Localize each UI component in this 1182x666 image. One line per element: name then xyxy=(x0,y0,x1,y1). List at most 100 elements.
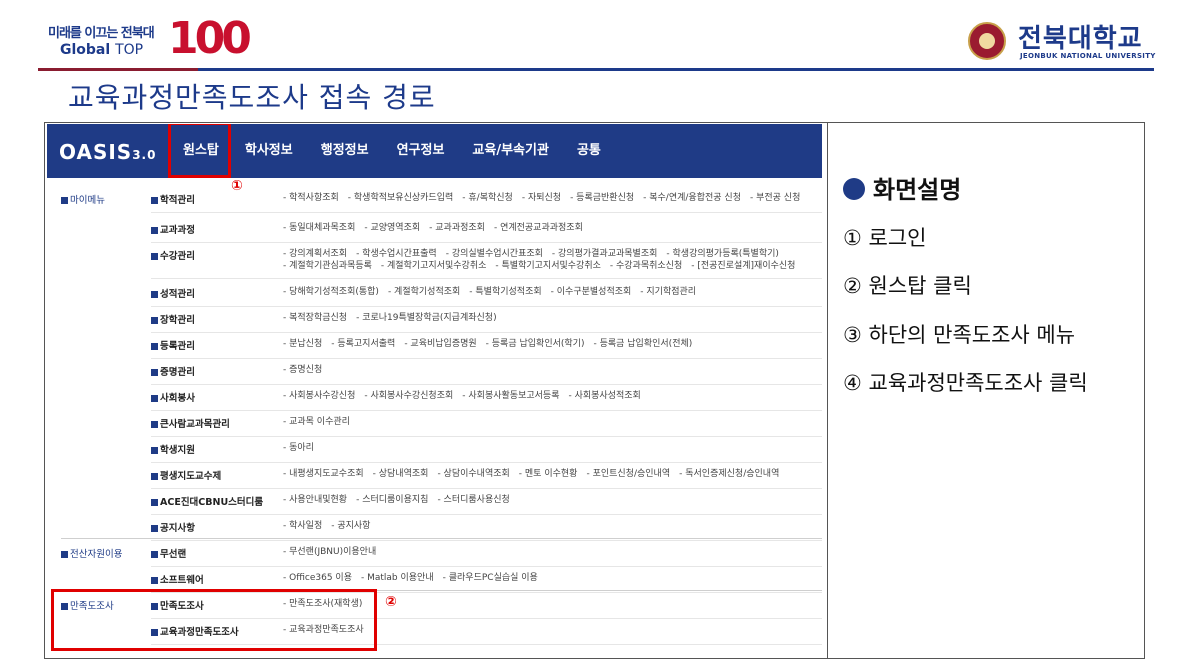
step-4: ④ 교육과정만족도조사 클릭 xyxy=(843,371,1088,395)
menu-subcategory[interactable]: 공지사항 xyxy=(151,520,195,534)
portal-screenshot: OASIS3.0 원스탑 학사정보 행정정보 연구정보 교육/부속기관 공통 ① 마이메뉴… xyxy=(47,124,822,656)
row-divider xyxy=(151,514,822,515)
menu-link[interactable]: 복적장학금신청 xyxy=(283,313,347,323)
menu-link[interactable]: 계절학기관심과목등록 xyxy=(283,261,372,271)
logo-number: 100 xyxy=(168,13,252,64)
menu-link[interactable]: 부전공 신청 xyxy=(750,193,800,203)
menu-subcategory[interactable]: 수강관리 xyxy=(151,248,195,262)
menu-item-list: 학사일정 공지사항 xyxy=(283,520,379,533)
oasis-logo[interactable]: OASIS3.0 xyxy=(59,140,156,164)
menu-link[interactable]: 독서인증제신청/승인내역 xyxy=(679,469,779,479)
menu-link[interactable]: 무선랜(JBNU)이용안내 xyxy=(283,547,376,557)
menu-link[interactable]: 계절학기성적조회 xyxy=(388,287,460,297)
menu-subcategory[interactable]: 증명관리 xyxy=(151,364,195,378)
menu-link[interactable]: 스터디룸사용신청 xyxy=(437,495,509,505)
menu-link[interactable]: 상담내역조회 xyxy=(373,469,429,479)
onestop-highlight xyxy=(168,124,231,178)
menu-link[interactable]: 교과목 이수관리 xyxy=(283,417,350,427)
menu-subcategory[interactable]: 소프트웨어 xyxy=(151,572,204,586)
menu-link[interactable]: 동아리 xyxy=(283,443,314,453)
menu-link[interactable]: 복수/연계/융합전공 신청 xyxy=(643,193,741,203)
header-divider xyxy=(38,68,1154,71)
menu-link[interactable]: 지기학점관리 xyxy=(640,287,696,297)
menu-item-list: 동일대체과목조회 교양영역조회 교과과정조회 연계전공교과과정조회 xyxy=(283,222,592,235)
menu-link[interactable]: 스터디룸이용지침 xyxy=(356,495,428,505)
menu-subcategory[interactable]: 학생지원 xyxy=(151,442,195,456)
menu-link[interactable]: 교양영역조회 xyxy=(364,223,420,233)
menu-link[interactable]: 특별학기고지서및수강취소 xyxy=(495,261,600,271)
frame-divider xyxy=(827,123,828,658)
menu-link[interactable]: 상담이수내역조회 xyxy=(437,469,509,479)
nav-item[interactable]: 교육/부속기관 xyxy=(458,124,563,178)
menu-subcategory[interactable]: 사회봉사 xyxy=(151,390,195,404)
menu-link[interactable]: 사회봉사활동보고서등록 xyxy=(462,391,559,401)
menu-link[interactable]: 이수구분별성적조회 xyxy=(551,287,632,297)
nav-item[interactable]: 연구정보 xyxy=(383,124,459,178)
menu-link[interactable]: 멘토 이수현황 xyxy=(519,469,578,479)
row-divider xyxy=(151,358,822,359)
step-3: ③ 하단의 만족도조사 메뉴 xyxy=(843,323,1076,347)
menu-category[interactable]: 마이메뉴 xyxy=(61,192,105,206)
menu-item-list: 계절학기관심과목등록 계절학기고지서및수강취소 특별학기고지서및수강취소 수강과목취소… xyxy=(283,260,804,273)
menu-subcategory[interactable]: 학적관리 xyxy=(151,192,195,206)
menu-link[interactable]: 강의평가결과교과목별조회 xyxy=(552,249,657,259)
menu-category[interactable]: 전산자원이용 xyxy=(61,546,122,560)
menu-link[interactable]: 계절학기고지서및수강취소 xyxy=(381,261,486,271)
callout-2: ② xyxy=(385,594,397,610)
menu-link[interactable]: 내평생지도교수조회 xyxy=(283,469,364,479)
menu-subcategory[interactable]: 평생지도교수제 xyxy=(151,468,221,482)
menu-link[interactable]: 등록고지서출력 xyxy=(331,339,395,349)
menu-subcategory[interactable]: 무선랜 xyxy=(151,546,186,560)
row-divider xyxy=(151,212,822,213)
menu-link[interactable]: 강의계획서조회 xyxy=(283,249,347,259)
menu-link[interactable]: 등록금반환신청 xyxy=(570,193,634,203)
menu-link[interactable]: 교육비납입증명원 xyxy=(404,339,476,349)
menu-item-list: 분납신청 등록고지서출력 교육비납입증명원 등록금 납입확인서(학기) 등록금 납입확인… xyxy=(283,338,701,351)
menu-subcategory[interactable]: 성적관리 xyxy=(151,286,195,300)
menu-link[interactable]: 휴/복학신청 xyxy=(462,193,513,203)
university-name-en: JEONBUK NATIONAL UNIVERSITY xyxy=(1020,52,1156,60)
logo-global: Global TOP xyxy=(60,42,144,58)
menu-link[interactable]: [전공진로설계]재이수신청 xyxy=(691,261,795,271)
menu-link[interactable]: 사회봉사수강신청조회 xyxy=(364,391,453,401)
menu-link[interactable]: 동일대체과목조회 xyxy=(283,223,355,233)
menu-link[interactable]: Matlab 이용안내 xyxy=(361,573,434,583)
menu-link[interactable]: 학적사항조회 xyxy=(283,193,339,203)
menu-link[interactable]: 강의실별수업시간표조회 xyxy=(446,249,543,259)
menu-subcategory[interactable]: 장학관리 xyxy=(151,312,195,326)
menu-link[interactable]: 연계전공교과과정조회 xyxy=(494,223,583,233)
menu-link[interactable]: 학생강의평가등록(특별학기) xyxy=(666,249,779,259)
menu-link[interactable]: 특별학기성적조회 xyxy=(469,287,541,297)
menu-link[interactable]: 등록금 납입확인서(전체) xyxy=(593,339,692,349)
menu-link[interactable]: 수강과목취소신청 xyxy=(610,261,682,271)
menu-link[interactable]: 증명신청 xyxy=(283,365,322,375)
menu-subcategory[interactable]: 교과과정 xyxy=(151,222,195,236)
row-divider xyxy=(151,242,822,243)
menu-subcategory[interactable]: 큰사람교과목관리 xyxy=(151,416,230,430)
menu-link[interactable]: Office365 이용 xyxy=(283,573,352,583)
menu-link[interactable]: 학생학적보유신상카드입력 xyxy=(348,193,453,203)
menu-link[interactable]: 클라우드PC실습실 이용 xyxy=(443,573,538,583)
university-logo: 전북대학교 JEONBUK NATIONAL UNIVERSITY xyxy=(968,18,1155,64)
menu-link[interactable]: 등록금 납입확인서(학기) xyxy=(486,339,585,349)
menu-link[interactable]: 학사일정 xyxy=(283,521,322,531)
menu-subcategory[interactable]: 등록관리 xyxy=(151,338,195,352)
nav-item[interactable]: 행정정보 xyxy=(307,124,383,178)
row-divider xyxy=(151,540,822,541)
menu-link[interactable]: 포인트신청/승인내역 xyxy=(586,469,670,479)
menu-link[interactable]: 사용안내및현황 xyxy=(283,495,347,505)
menu-link[interactable]: 자퇴신청 xyxy=(522,193,561,203)
menu-link[interactable]: 학생수업시간표출력 xyxy=(356,249,437,259)
menu-link[interactable]: 당해학기성적조회(통합) xyxy=(283,287,379,297)
menu-link[interactable]: 교과과정조회 xyxy=(429,223,485,233)
menu-item-list: 복적장학금신청 코로나19특별장학금(지급계좌신청) xyxy=(283,312,506,325)
menu-link[interactable]: 분납신청 xyxy=(283,339,322,349)
menu-link[interactable]: 코로나19특별장학금(지급계좌신청) xyxy=(356,313,497,323)
menu-link[interactable]: 사회봉사성적조회 xyxy=(568,391,640,401)
menu-subcategory[interactable]: ACE진대CBNU스터디룸 xyxy=(151,494,263,508)
menu-link[interactable]: 사회봉사수강신청 xyxy=(283,391,355,401)
nav-item[interactable]: 학사정보 xyxy=(231,124,307,178)
menu-link[interactable]: 공지사항 xyxy=(331,521,370,531)
nav-item[interactable]: 공통 xyxy=(563,124,615,178)
university-seal-icon xyxy=(968,22,1006,60)
